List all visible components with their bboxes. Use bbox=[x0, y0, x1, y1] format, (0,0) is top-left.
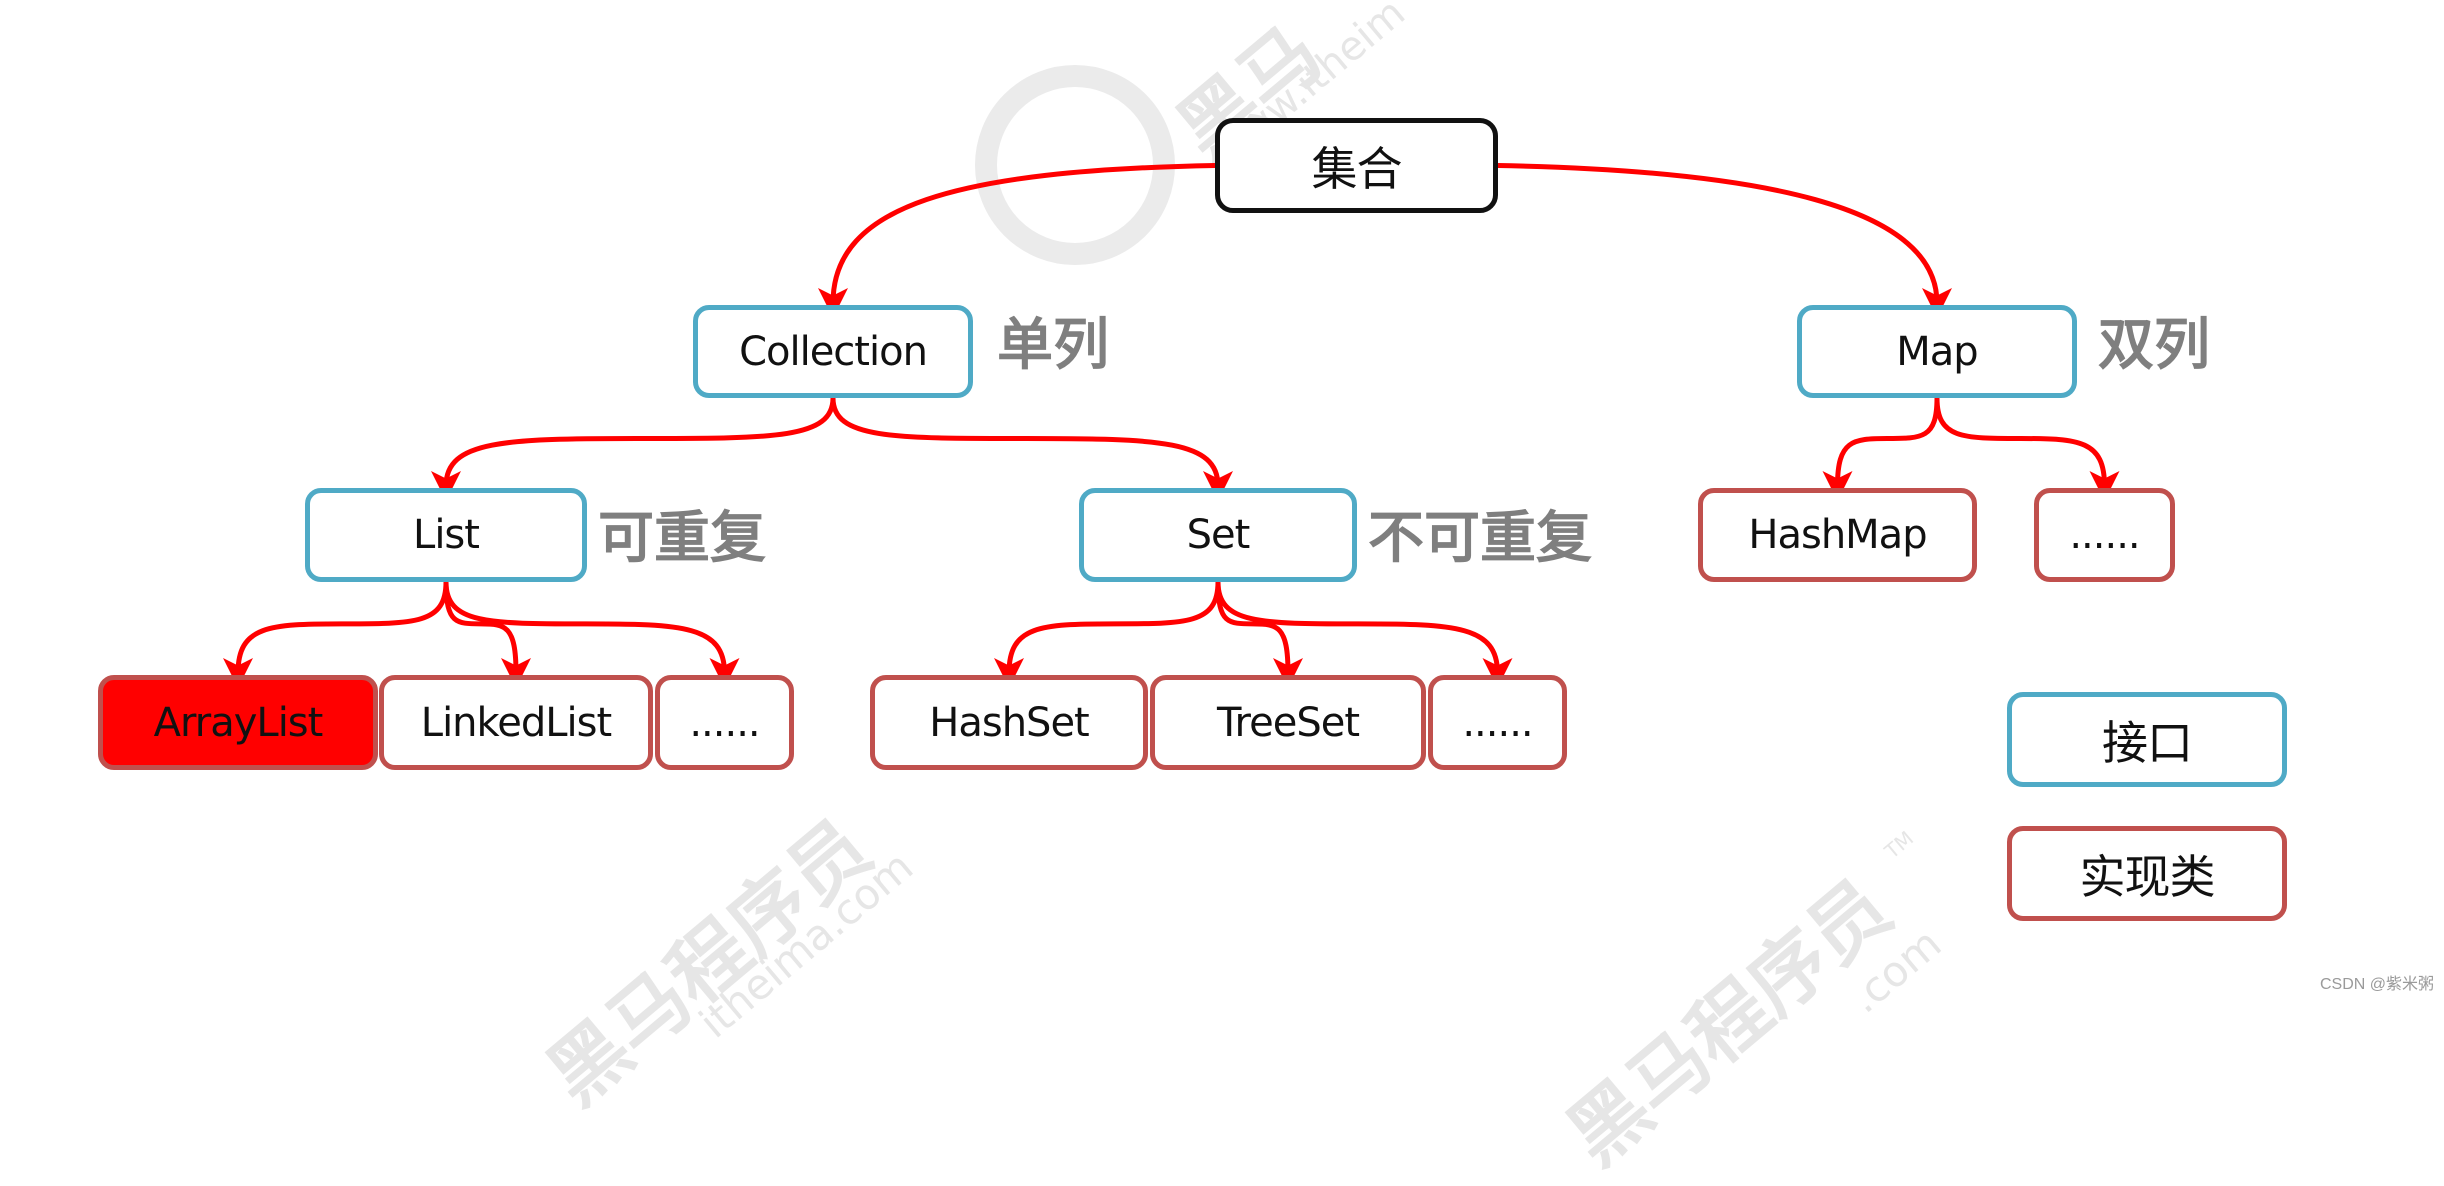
node-set-more[interactable]: ...... bbox=[1428, 675, 1567, 770]
node-linkedlist[interactable]: LinkedList bbox=[379, 675, 653, 770]
node-list-more[interactable]: ...... bbox=[655, 675, 794, 770]
arrow-list-to-linkedlist bbox=[443, 581, 531, 688]
tag-double-column: 双列 bbox=[2098, 313, 2210, 378]
legend-interface: 接口 bbox=[2007, 692, 2287, 787]
arrow-set-to-hashset bbox=[994, 581, 1221, 688]
arrow-collection-to-set bbox=[830, 397, 1233, 501]
node-hashmap[interactable]: HashMap bbox=[1698, 488, 1977, 582]
watermark-logo-icon bbox=[975, 65, 1175, 265]
arrow-map-to-hashmap bbox=[1822, 397, 1940, 501]
node-hashset[interactable]: HashSet bbox=[870, 675, 1148, 770]
arrow-map-to-map-more bbox=[1934, 397, 2120, 501]
watermark-brand-bottom-left: 黑马程序员 bbox=[531, 803, 889, 1123]
node-list[interactable]: List bbox=[305, 488, 587, 582]
tag-repeatable: 可重复 bbox=[598, 506, 766, 571]
node-set[interactable]: Set bbox=[1079, 488, 1357, 582]
node-arraylist[interactable]: ArrayList bbox=[98, 675, 378, 770]
arrow-collection-root-to-map bbox=[1497, 163, 1952, 318]
tag-single-column: 单列 bbox=[997, 313, 1109, 378]
arrow-collection-to-list bbox=[431, 397, 836, 501]
tag-not-repeatable: 不可重复 bbox=[1368, 506, 1592, 571]
watermark-brand-bottom-right: 黑马程序员 bbox=[1551, 863, 1909, 1183]
arrow-list-to-list-more bbox=[443, 581, 740, 688]
diagram-canvas: 黑马 www.itheim 黑马程序员 itheima.com 黑马程序员 .c… bbox=[0, 0, 2444, 1183]
node-treeset[interactable]: TreeSet bbox=[1150, 675, 1426, 770]
credit-text: CSDN @紫米粥 bbox=[2319, 976, 2434, 993]
node-collection[interactable]: Collection bbox=[693, 305, 973, 398]
watermark-trademark: TM bbox=[1880, 826, 1919, 864]
arrow-set-to-treeset bbox=[1215, 581, 1303, 688]
legend-implementation: 实现类 bbox=[2007, 826, 2287, 921]
node-collection-root[interactable]: 集合 bbox=[1215, 118, 1498, 213]
arrow-set-to-set-more bbox=[1215, 581, 1513, 688]
node-map-more[interactable]: ...... bbox=[2034, 488, 2175, 582]
node-map[interactable]: Map bbox=[1797, 305, 2077, 398]
arrow-list-to-arraylist bbox=[223, 581, 449, 688]
